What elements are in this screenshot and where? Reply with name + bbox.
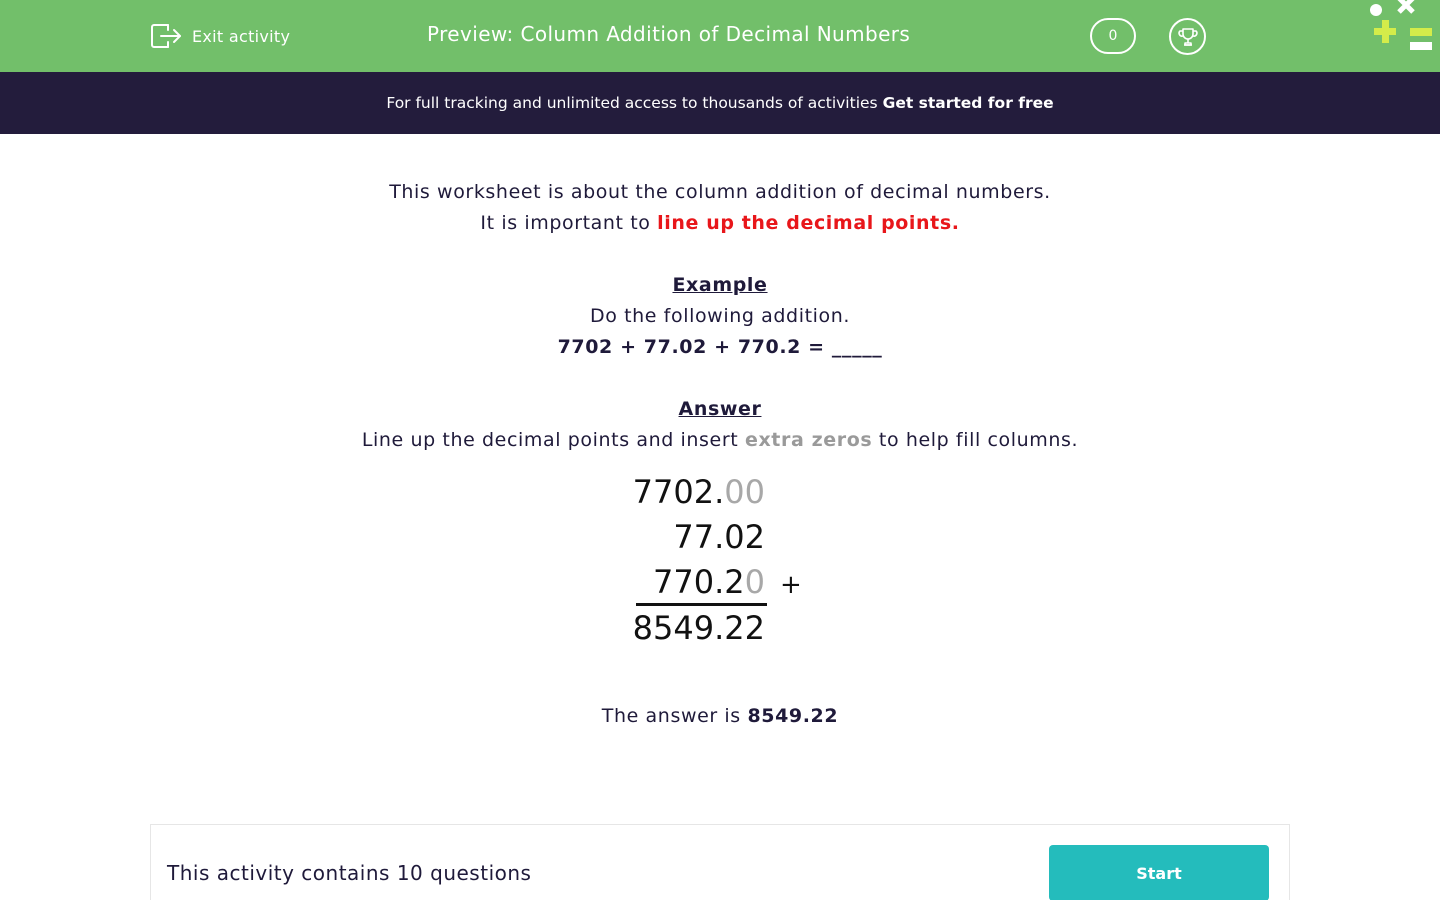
intro-line-1: This worksheet is about the column addit…	[389, 181, 1051, 203]
answer-heading: Answer	[678, 398, 762, 420]
top-bar: Exit activity Preview: Column Addition o…	[0, 0, 1440, 72]
answer-text-suffix: to help fill columns.	[878, 429, 1079, 451]
activity-card: This activity contains 10 questions Star…	[150, 824, 1290, 900]
exit-activity-label: Exit activity	[192, 26, 291, 46]
addend-row-3: 770.20	[653, 560, 765, 604]
signup-banner: For full tracking and unlimited access t…	[0, 72, 1440, 134]
addend-1-padding: 00	[724, 473, 765, 511]
page-title: Preview: Column Addition of Decimal Numb…	[427, 22, 911, 46]
addend-2-digits: 77.02	[673, 518, 765, 556]
addend-row-1: 7702.00	[633, 470, 765, 514]
addend-1-digits: 7702.	[632, 473, 725, 511]
sum-total: 8549.22	[632, 609, 765, 647]
final-answer-value: 8549.22	[747, 705, 839, 727]
addend-row-2: 77.02	[673, 515, 765, 559]
worksheet-intro: This worksheet is about the column addit…	[0, 177, 1440, 456]
answer-explanation: Line up the decimal points and insert ex…	[0, 425, 1440, 456]
intro-line-2-prefix: It is important to	[480, 212, 651, 234]
trophy-button[interactable]	[1169, 18, 1206, 55]
example-heading: Example	[672, 274, 768, 296]
exit-icon	[151, 24, 181, 48]
maths-symbols-logo	[1366, 0, 1440, 56]
intro-line-2: It is important to line up the decimal p…	[0, 208, 1440, 239]
question-count-text: This activity contains 10 questions	[167, 861, 532, 885]
example-instruction: Do the following addition.	[589, 305, 851, 327]
answer-text-prefix: Line up the decimal points and insert	[361, 429, 739, 451]
addend-3-padding: 0	[744, 563, 765, 601]
plus-sign: +	[780, 570, 802, 600]
example-expression: 7702 + 77.02 + 770.2 = _____	[557, 336, 883, 358]
exit-activity-button[interactable]: Exit activity	[150, 20, 290, 52]
answer-text-highlight: extra zeros	[744, 429, 873, 451]
final-answer: The answer is 8549.22	[0, 705, 1440, 727]
score-counter: 0	[1090, 18, 1136, 54]
column-addition: 7702.00 77.02 770.20 + 8549.22	[620, 470, 820, 650]
final-answer-prefix: The answer is	[601, 705, 741, 727]
start-button[interactable]: Start	[1049, 845, 1269, 900]
intro-line-2-highlight: line up the decimal points.	[657, 212, 960, 234]
banner-text: For full tracking and unlimited access t…	[386, 94, 878, 112]
trophy-icon	[1177, 27, 1198, 46]
get-started-link[interactable]: Get started for free	[883, 94, 1054, 112]
addend-3-digits: 770.2	[653, 563, 745, 601]
